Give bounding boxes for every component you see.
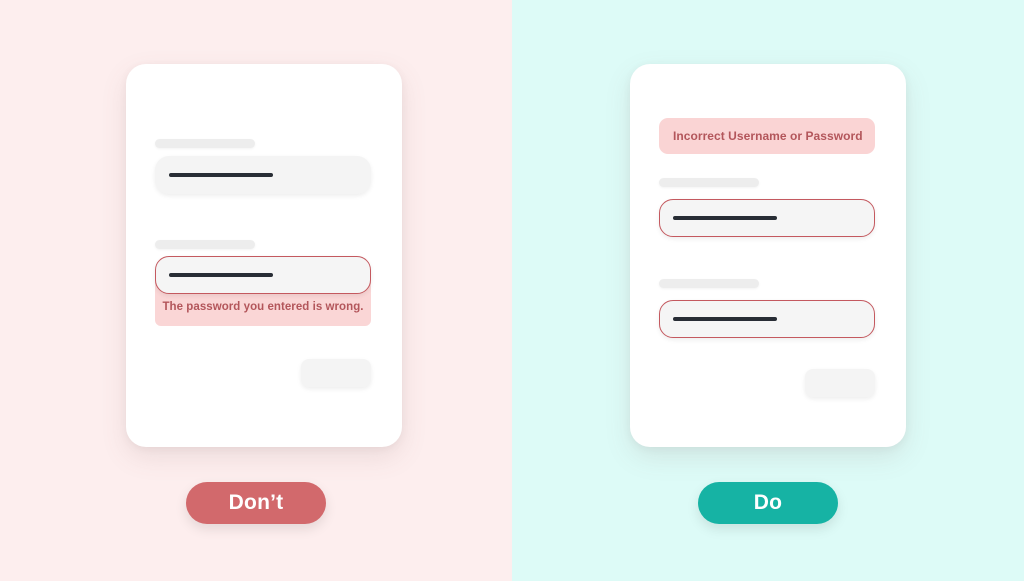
dont-verdict-label: Don’t (228, 491, 284, 514)
password-label-placeholder (155, 240, 255, 249)
form-error-banner-text: Incorrect Username or Password (673, 129, 863, 143)
password-input-value (673, 317, 777, 321)
username-input[interactable] (659, 199, 875, 237)
do-submit-button[interactable] (805, 369, 875, 397)
do-login-card: Incorrect Username or Password (630, 64, 906, 447)
password-error-message: The password you entered is wrong. (162, 301, 364, 313)
form-error-banner: Incorrect Username or Password (659, 118, 875, 154)
dont-login-card: The password you entered is wrong. (126, 64, 402, 447)
password-label-placeholder (659, 279, 759, 288)
username-input[interactable] (155, 156, 371, 194)
do-verdict-badge: Do (698, 482, 838, 524)
dont-submit-button[interactable] (301, 359, 371, 387)
password-input-value (169, 273, 273, 277)
username-label-placeholder (659, 178, 759, 187)
password-field-error-group: The password you entered is wrong. (155, 256, 371, 326)
password-input[interactable] (659, 300, 875, 338)
dont-verdict-badge: Don’t (186, 482, 326, 524)
username-input-value (169, 173, 273, 177)
do-panel: Incorrect Username or Password Do (512, 0, 1024, 581)
do-dont-comparison-board: The password you entered is wrong. Don’t… (0, 0, 1024, 581)
username-label-placeholder (155, 139, 255, 148)
do-verdict-label: Do (753, 491, 783, 514)
password-input[interactable] (155, 256, 371, 294)
dont-panel: The password you entered is wrong. Don’t (0, 0, 512, 581)
username-input-value (673, 216, 777, 220)
